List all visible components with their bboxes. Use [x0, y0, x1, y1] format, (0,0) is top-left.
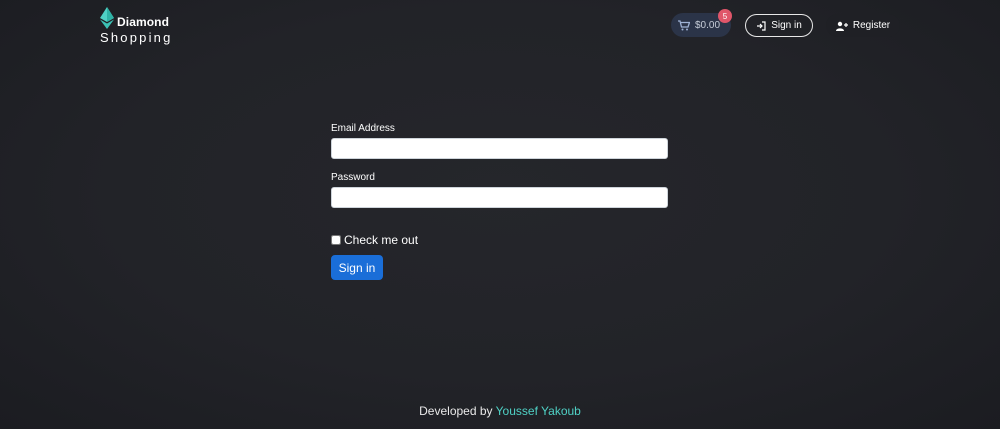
header-sign-in-label: Sign in — [771, 20, 802, 31]
header-register-button[interactable]: Register — [826, 14, 900, 37]
author-link[interactable]: Youssef Yakoub — [496, 404, 581, 418]
password-input[interactable] — [331, 187, 668, 208]
email-label: Email Address — [331, 123, 395, 134]
cart-amount: $0.00 — [695, 19, 721, 31]
brand-logo[interactable]: Diamond Shopping — [100, 7, 180, 47]
diamond-icon — [100, 7, 114, 29]
cart-icon — [678, 19, 690, 30]
header-sign-in-button[interactable]: Sign in — [745, 14, 813, 37]
sign-in-submit-button[interactable]: Sign in — [331, 255, 383, 280]
footer-prefix: Developed by — [419, 404, 493, 418]
brand-subtitle: Shopping — [100, 30, 173, 45]
sign-in-form: Email Address Password Check me out Sign… — [331, 123, 669, 280]
check-me-out-checkbox[interactable] — [331, 235, 341, 245]
sign-in-icon — [757, 20, 766, 31]
footer: Developed by Youssef Yakoub — [0, 404, 1000, 418]
user-plus-icon — [835, 21, 848, 31]
email-input[interactable] — [331, 138, 668, 159]
remember-row: Check me out — [331, 233, 669, 247]
page: Diamond Shopping $0.00 5 Sign in Registe… — [0, 0, 1000, 429]
header-register-label: Register — [852, 20, 891, 31]
check-me-out-label[interactable]: Check me out — [344, 233, 418, 247]
brand-name: Diamond — [117, 15, 170, 29]
password-label: Password — [331, 172, 375, 183]
cart-count-badge: 5 — [718, 9, 732, 23]
